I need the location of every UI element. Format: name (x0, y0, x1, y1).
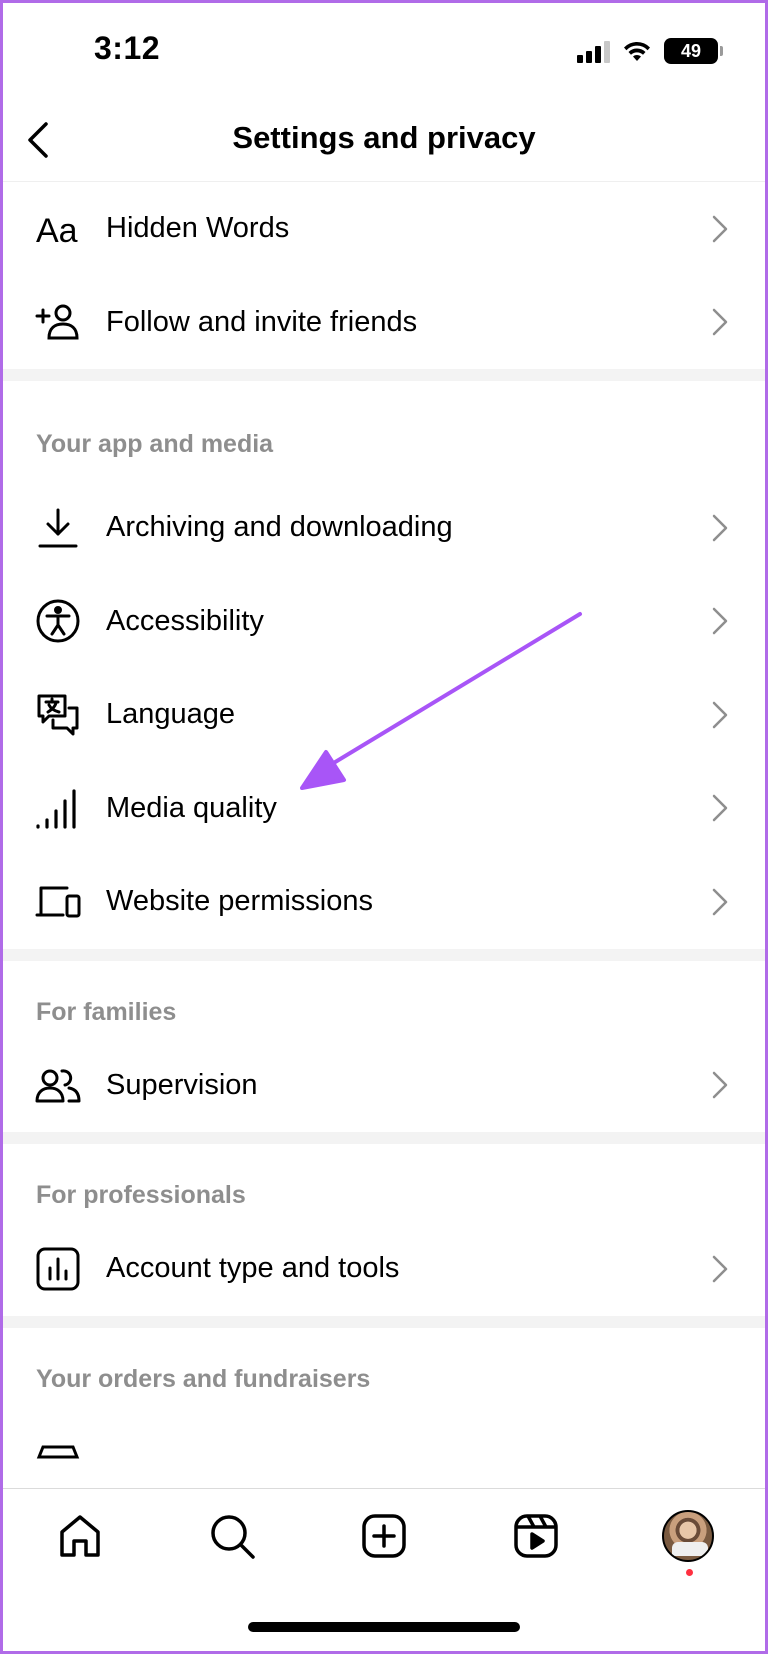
settings-list: Aa Hidden Words Follow and invite friend… (0, 182, 768, 1466)
tab-reels[interactable] (506, 1506, 566, 1566)
translate-icon (34, 691, 82, 739)
chevron-right-icon (712, 888, 728, 915)
setting-row-hidden-words[interactable]: Aa Hidden Words (0, 182, 768, 276)
page-title: Settings and privacy (232, 120, 536, 155)
setting-row-partial[interactable] (0, 1406, 768, 1466)
download-icon (34, 504, 82, 552)
reels-icon (514, 1514, 558, 1558)
setting-label: Website permissions (106, 885, 374, 918)
section-divider (0, 1315, 768, 1328)
setting-label: Language (106, 698, 236, 731)
accessibility-icon (34, 597, 82, 645)
search-icon (211, 1515, 255, 1559)
text-aa-icon: Aa (34, 205, 82, 253)
devices-icon (34, 878, 82, 926)
section-header: For families (36, 997, 177, 1026)
setting-label: Account type and tools (106, 1252, 400, 1285)
setting-row-follow-invite[interactable]: Follow and invite friends (0, 276, 768, 370)
setting-row-account-type[interactable]: Account type and tools (0, 1222, 768, 1316)
section-header: Your app and media (36, 430, 274, 458)
chevron-right-icon (712, 701, 728, 728)
chevron-right-icon (712, 514, 728, 541)
setting-label: Accessibility (106, 604, 264, 637)
setting-row-archiving[interactable]: Archiving and downloading (0, 481, 768, 575)
battery-level: 49 (680, 40, 702, 61)
chevron-right-icon (712, 608, 728, 635)
section-divider (0, 948, 768, 961)
tab-home[interactable] (50, 1506, 110, 1566)
setting-label: Follow and invite friends (106, 305, 418, 338)
section-divider (0, 1132, 768, 1144)
setting-label: Media quality (106, 791, 277, 824)
setting-row-media-quality[interactable]: Media quality (0, 762, 768, 856)
home-icon (60, 1515, 100, 1557)
chevron-right-icon (712, 1072, 728, 1099)
notification-dot (686, 1569, 693, 1576)
bar-chart-icon (34, 1245, 82, 1293)
home-indicator (248, 1622, 520, 1632)
signal-bars-icon (34, 784, 82, 832)
navigation-header: Settings and privacy (0, 100, 768, 182)
status-icons: 49 (577, 38, 723, 64)
setting-row-supervision[interactable]: Supervision (0, 1039, 768, 1133)
tab-search[interactable] (202, 1506, 262, 1566)
setting-row-website-permissions[interactable]: Website permissions (0, 855, 768, 949)
tab-create[interactable] (354, 1506, 414, 1566)
chevron-right-icon (712, 215, 728, 242)
status-bar: 3:12 49 (0, 0, 768, 100)
section-divider (0, 369, 768, 381)
setting-label: Archiving and downloading (106, 511, 453, 544)
cellular-signal-icon (577, 39, 610, 63)
setting-label: Hidden Words (106, 212, 290, 245)
svg-text:Aa: Aa (36, 212, 78, 249)
status-time: 3:12 (94, 30, 161, 66)
shopping-bag-icon (34, 1442, 82, 1490)
section-header: Your orders and fundraisers (36, 1364, 371, 1393)
battery-icon: 49 (664, 38, 723, 64)
tab-profile[interactable] (658, 1506, 718, 1566)
setting-label: Supervision (106, 1068, 258, 1101)
create-icon (362, 1514, 406, 1558)
setting-row-language[interactable]: Language (0, 668, 768, 762)
people-icon (34, 1061, 82, 1109)
wifi-icon (624, 41, 650, 61)
chevron-right-icon (712, 795, 728, 822)
chevron-right-icon (712, 309, 728, 336)
section-header: For professionals (36, 1181, 246, 1209)
profile-avatar (662, 1510, 714, 1562)
chevron-right-icon (712, 1255, 728, 1282)
add-person-icon (34, 298, 82, 346)
setting-row-accessibility[interactable]: Accessibility (0, 575, 768, 669)
